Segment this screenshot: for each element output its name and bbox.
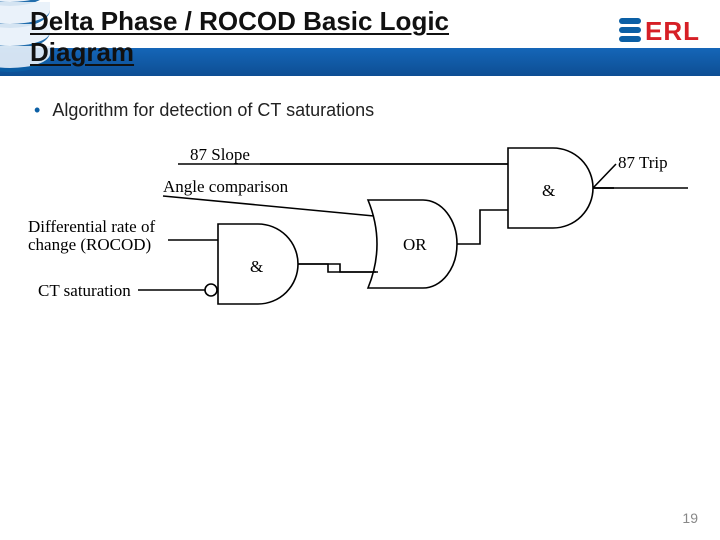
slide-title: Delta Phase / ROCOD Basic Logic Diagram <box>30 6 470 68</box>
logo-text: ERL <box>645 16 700 47</box>
bullet-item: Algorithm for detection of CT saturation… <box>34 100 374 121</box>
logo: ERL <box>619 16 700 47</box>
logo-mark-icon <box>619 18 641 46</box>
logic-diagram-wires <box>28 144 688 354</box>
page-number: 19 <box>682 510 698 526</box>
